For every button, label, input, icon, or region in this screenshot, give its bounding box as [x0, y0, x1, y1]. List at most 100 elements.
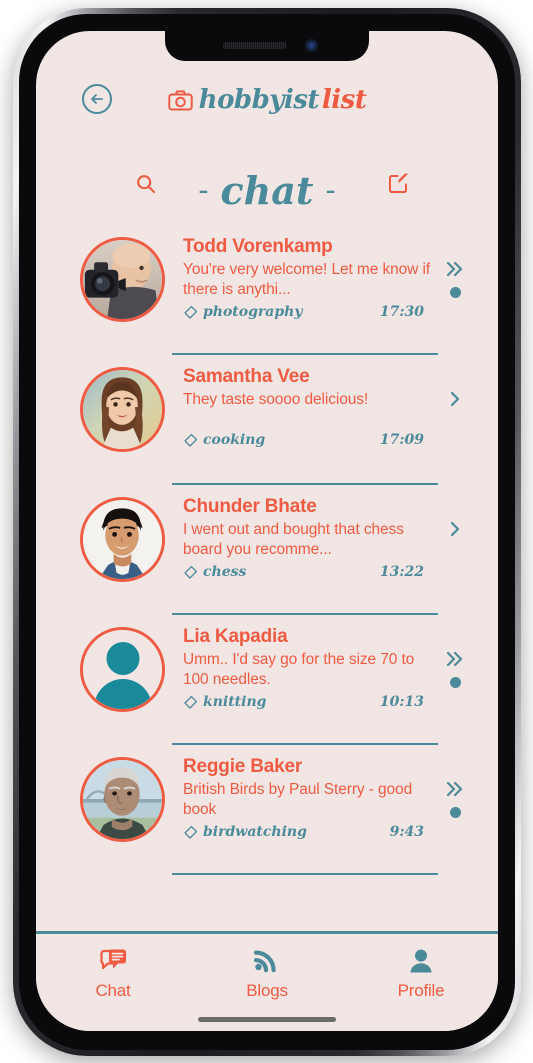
chat-timestamp: 17:09 [379, 432, 424, 448]
avatar [80, 757, 165, 842]
chat-sender-name: Todd Vorenkamp [183, 236, 333, 257]
back-arrow-icon [91, 94, 103, 104]
home-indicator[interactable] [198, 1017, 336, 1022]
chat-status[interactable] [438, 623, 472, 688]
chat-meta: birdwatching 9:43 [183, 824, 438, 840]
tag-icon [184, 433, 198, 447]
chat-list-item[interactable]: Lia Kapadia Umm.. I'd say go for the siz… [36, 615, 498, 745]
brand-name-secondary: list [321, 85, 367, 115]
chat-meta: cooking 17:09 [183, 432, 438, 448]
avatar-photo-todd [83, 240, 162, 319]
chat-list-item[interactable]: Samantha Vee They taste soooo delicious!… [36, 355, 498, 485]
speaker-grille-icon [223, 42, 287, 49]
nav-item-blogs[interactable]: Blogs [212, 948, 322, 1001]
avatar [80, 627, 165, 712]
chat-list-item[interactable]: Reggie Baker British Birds by Paul Sterr… [36, 745, 498, 875]
chat-timestamp: 9:43 [389, 824, 424, 840]
search-button[interactable] [135, 173, 157, 200]
tag-icon [184, 825, 198, 839]
bottom-navigation: Chat Blogs Profile [36, 931, 498, 1031]
avatar-photo-reggie [83, 760, 162, 839]
title-dash-right: - [325, 172, 336, 208]
chat-tag: cooking [183, 432, 265, 448]
nav-item-chat[interactable]: Chat [58, 948, 168, 1001]
nav-label-blogs: Blogs [246, 981, 288, 1000]
chat-tag: knitting [183, 694, 266, 710]
chat-meta: knitting 10:13 [183, 694, 438, 710]
chat-timestamp: 13:22 [379, 564, 424, 580]
chat-content: Lia Kapadia Umm.. I'd say go for the siz… [165, 623, 438, 710]
double-chevron-right-icon [446, 651, 463, 667]
avatar-photo-samantha [83, 370, 162, 449]
avatar-photo-chunder [83, 500, 162, 579]
double-chevron-right-icon [446, 261, 463, 277]
phone-screen: hobbyist list - chat - Todd Vorenkamp Yo… [36, 31, 498, 1031]
title-dash-left: - [198, 172, 209, 208]
chat-preview-text: They taste soooo delicious! [183, 391, 369, 408]
chat-content: Samantha Vee They taste soooo delicious!… [165, 363, 438, 448]
avatar [80, 497, 165, 582]
compose-button[interactable] [388, 172, 410, 199]
chat-preview-text: Umm.. I'd say go for the size 70 to 100 … [183, 651, 415, 688]
chat-timestamp: 10:13 [379, 694, 424, 710]
row-divider [172, 873, 438, 875]
unread-indicator [449, 287, 461, 298]
nav-label-profile: Profile [397, 981, 445, 1000]
chat-status[interactable] [438, 493, 472, 537]
unread-indicator [449, 807, 461, 818]
placeholder-head [106, 642, 139, 675]
chat-tag-label: knitting [203, 694, 267, 710]
page-title: - chat - [198, 168, 335, 213]
chat-meta: photography 17:30 [183, 304, 438, 320]
phone-bezel: hobbyist list - chat - Todd Vorenkamp Yo… [19, 14, 515, 1050]
compose-edit-icon [389, 173, 409, 193]
double-chevron-right-icon [446, 781, 463, 797]
unread-indicator [449, 677, 461, 688]
brand-name-primary: hobbyist [198, 85, 320, 115]
chat-list-item[interactable]: Todd Vorenkamp You're very welcome! Let … [36, 225, 498, 355]
avatar [80, 237, 165, 322]
chat-preview-text: British Birds by Paul Sterry - good book [183, 781, 413, 818]
back-button[interactable] [82, 84, 112, 114]
search-icon [137, 175, 156, 194]
person-icon [410, 949, 432, 973]
phone-frame: hobbyist list - chat - Todd Vorenkamp Yo… [13, 8, 521, 1056]
chat-content: Chunder Bhate I went out and bought that… [165, 493, 438, 580]
chat-preview-text: I went out and bought that chess board y… [183, 521, 404, 558]
chat-sender-name: Chunder Bhate [183, 496, 317, 517]
chat-list: Todd Vorenkamp You're very welcome! Let … [36, 221, 498, 875]
chat-bubbles-icon [100, 949, 126, 970]
chat-meta: chess 13:22 [183, 564, 438, 580]
notch [165, 31, 369, 61]
chat-status[interactable] [438, 753, 472, 818]
tag-icon [184, 565, 198, 579]
chat-tag: chess [183, 564, 246, 580]
chat-timestamp: 17:30 [379, 304, 424, 320]
nav-label-chat: Chat [95, 981, 131, 1000]
chat-tag: photography [183, 304, 302, 320]
chat-tag-label: photography [203, 304, 303, 320]
chat-tag: birdwatching [183, 824, 307, 840]
page-title-text: chat [220, 167, 314, 213]
front-camera-icon [305, 39, 318, 52]
chevron-right-icon [450, 391, 460, 407]
chat-content: Reggie Baker British Birds by Paul Sterr… [165, 753, 438, 840]
chat-sender-name: Samantha Vee [183, 366, 310, 387]
chat-sender-name: Lia Kapadia [183, 626, 288, 647]
placeholder-body [93, 679, 152, 709]
title-bar: - chat - [36, 159, 498, 221]
chat-status[interactable] [438, 233, 472, 298]
chat-tag-label: birdwatching [203, 824, 307, 840]
camera-icon [167, 89, 193, 110]
chat-sender-name: Reggie Baker [183, 756, 303, 777]
chat-tag-label: chess [203, 564, 247, 580]
nav-item-profile[interactable]: Profile [366, 948, 476, 1001]
rss-feed-icon [253, 950, 276, 973]
chat-status[interactable] [438, 363, 472, 407]
chat-tag-label: cooking [203, 432, 266, 448]
chat-content: Todd Vorenkamp You're very welcome! Let … [165, 233, 438, 320]
avatar [80, 367, 165, 452]
chat-preview-text: You're very welcome! Let me know if ther… [183, 261, 430, 298]
avatar-placeholder-person-icon [83, 630, 162, 709]
chat-list-item[interactable]: Chunder Bhate I went out and bought that… [36, 485, 498, 615]
